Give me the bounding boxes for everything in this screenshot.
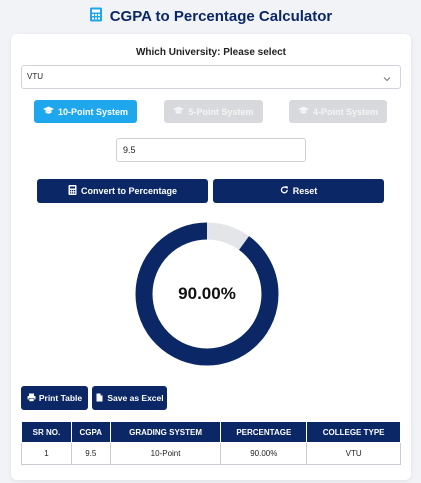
university-selected-value: VTU bbox=[27, 72, 43, 81]
print-table-label: Print Table bbox=[38, 393, 83, 403]
column-header: CGPA bbox=[70, 421, 111, 443]
save-as-excel-button[interactable]: Save as Excel bbox=[92, 386, 167, 410]
redo-icon bbox=[280, 185, 289, 197]
five-point-system-label: 5-Point System bbox=[188, 106, 254, 117]
table-cell: VTU bbox=[306, 442, 401, 465]
print-table-button[interactable]: Print Table bbox=[21, 386, 88, 410]
column-header: SR NO. bbox=[21, 421, 72, 443]
file-icon bbox=[95, 393, 104, 404]
column-header: PERCENTAGE bbox=[220, 421, 308, 443]
percentage-result: 90.00% bbox=[178, 284, 236, 303]
four-point-system-button[interactable]: 4-Point System bbox=[289, 100, 387, 123]
reset-button-label: Reset bbox=[292, 186, 318, 196]
ten-point-system-label: 10-Point System bbox=[57, 106, 129, 117]
table-cell: 1 bbox=[21, 442, 72, 465]
ten-point-system-button[interactable]: 10-Point System bbox=[34, 100, 137, 123]
column-header: COLLEGE TYPE bbox=[306, 421, 401, 443]
chevron-down-icon bbox=[382, 71, 392, 82]
five-point-system-button[interactable]: 5-Point System bbox=[164, 100, 263, 123]
table-cell: 90.00% bbox=[220, 442, 308, 465]
reset-button[interactable]: Reset bbox=[213, 179, 384, 203]
four-point-system-label: 4-Point System bbox=[312, 106, 379, 117]
table-row: 1 9.5 10-Point 90.00% VTU bbox=[21, 442, 401, 465]
graduation-cap-icon bbox=[42, 106, 54, 117]
calculator-card: Which University: Please select VTU 10-P… bbox=[11, 34, 411, 480]
table-cell: 9.5 bbox=[70, 442, 111, 465]
table-cell: 10-Point bbox=[109, 442, 222, 465]
university-select[interactable]: VTU bbox=[21, 65, 401, 89]
app-title-text: CGPA to Percentage Calculator bbox=[109, 8, 333, 25]
results-table: SR NO. CGPA GRADING SYSTEM PERCENTAGE CO… bbox=[21, 421, 401, 465]
table-header-row: SR NO. CGPA GRADING SYSTEM PERCENTAGE CO… bbox=[21, 421, 401, 443]
convert-to-percentage-button[interactable]: Convert to Percentage bbox=[37, 179, 208, 203]
calculator-icon bbox=[68, 185, 77, 197]
graduation-cap-icon bbox=[297, 106, 309, 117]
save-as-excel-label: Save as Excel bbox=[107, 393, 164, 403]
university-label: Which University: Please select bbox=[135, 47, 287, 58]
convert-button-label: Convert to Percentage bbox=[80, 186, 178, 196]
calculator-icon bbox=[89, 7, 103, 26]
column-header: GRADING SYSTEM bbox=[109, 421, 222, 443]
print-icon bbox=[27, 393, 36, 404]
graduation-cap-icon bbox=[173, 106, 185, 117]
cgpa-input[interactable]: 9.5 bbox=[116, 138, 306, 162]
app-title: CGPA to Percentage Calculator bbox=[0, 7, 421, 26]
